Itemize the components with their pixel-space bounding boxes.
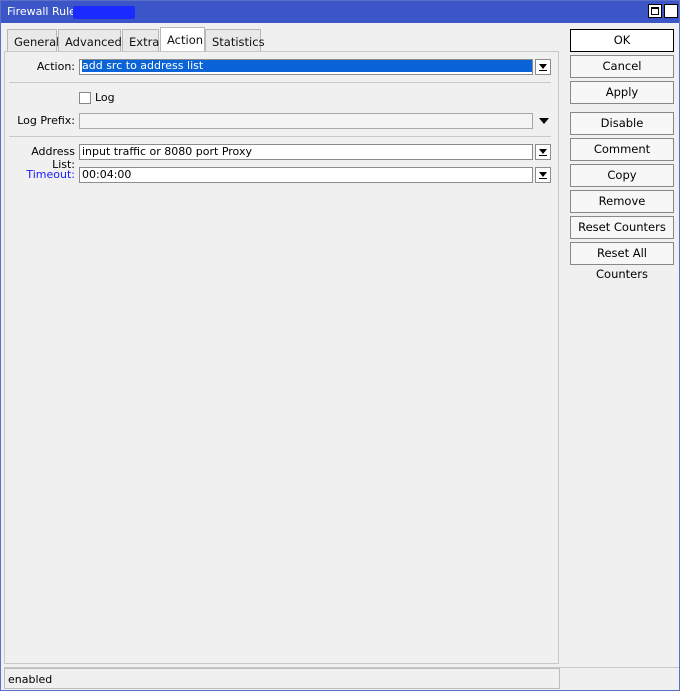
comment-button[interactable]: Comment [570,138,674,161]
copy-button[interactable]: Copy [570,164,674,187]
log-prefix-dropdown-icon[interactable] [539,118,549,124]
reset-counters-button[interactable]: Reset Counters [570,216,674,239]
tab-general[interactable]: General [7,29,59,51]
redacted-area [73,6,135,19]
action-select[interactable]: add src to address list [79,59,533,75]
tab-action[interactable]: Action [160,27,205,53]
chevron-down-icon [539,64,547,69]
firewall-rule-window: Firewall Rule < ✕ General Advanced Extra… [0,0,680,691]
separator [9,82,551,83]
address-list-input[interactable]: input traffic or 8080 port Proxy [79,144,533,160]
apply-button[interactable]: Apply [570,81,674,104]
timeout-dropdown-button[interactable] [535,167,551,183]
timeout-label: Timeout: [26,168,75,181]
tab-statistics[interactable]: Statistics [205,29,265,51]
log-label: Log [95,91,115,104]
tab-advanced[interactable]: Advanced [58,29,122,51]
action-dropdown-button[interactable] [535,59,551,75]
timeout-input[interactable]: 00:04:00 [79,167,533,183]
status-bar: enabled [4,667,679,690]
chevron-down-icon [539,172,547,177]
chevron-down-icon [539,149,547,154]
log-checkbox[interactable] [79,92,91,104]
close-icon[interactable]: ✕ [664,4,678,18]
log-prefix-label: Log Prefix: [17,114,75,127]
remove-button[interactable]: Remove [570,190,674,213]
cancel-button[interactable]: Cancel [570,55,674,78]
maximize-icon[interactable] [648,4,662,18]
address-list-dropdown-button[interactable] [535,144,551,160]
ok-button[interactable]: OK [570,29,674,52]
title-bar[interactable]: Firewall Rule < ✕ [1,1,679,23]
action-label: Action: [36,60,75,73]
action-panel [4,51,559,664]
separator [9,136,551,137]
action-value: add src to address list [82,60,532,72]
tab-extra[interactable]: Extra [122,29,159,51]
status-text: enabled [4,668,560,689]
disable-button[interactable]: Disable [570,112,674,135]
log-prefix-input[interactable] [79,113,533,129]
reset-all-counters-button[interactable]: Reset All Counters [570,242,674,281]
